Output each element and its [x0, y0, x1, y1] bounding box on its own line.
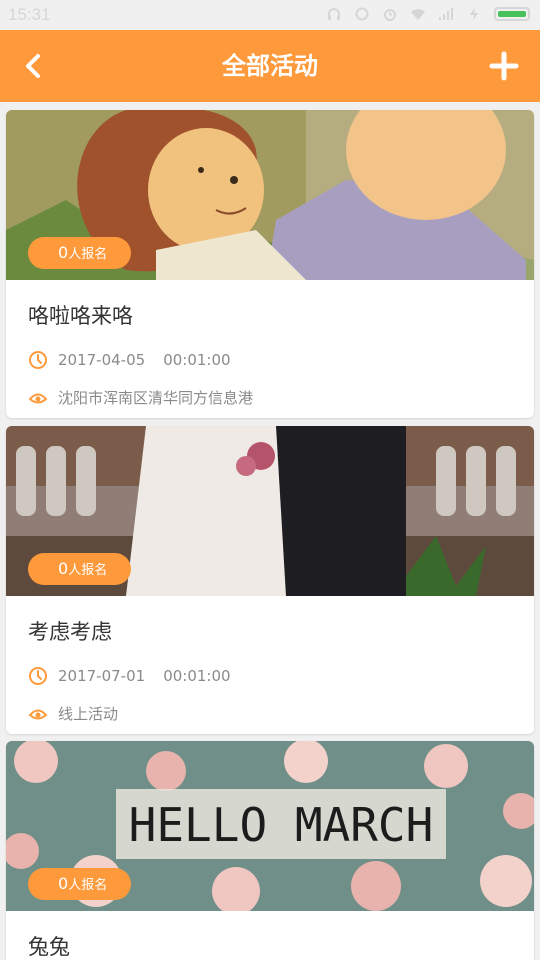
activity-datetime: 2017-07-01 00:01:00: [28, 666, 231, 686]
status-icons: [326, 6, 530, 22]
eye-location-icon: [28, 393, 48, 403]
activity-location-text: 线上活动: [58, 705, 119, 723]
activity-card[interactable]: HELLO MARCH 0人报名 兔兔: [6, 741, 534, 960]
activity-title: 咯啦咯来咯: [28, 304, 133, 328]
activity-title: 兔兔: [28, 935, 70, 959]
activity-title: 考虑考虑: [28, 620, 112, 644]
charging-icon: [470, 7, 478, 21]
activity-location-text: 沈阳市浑南区清华同方信息港: [58, 389, 254, 407]
activity-location: 线上活动: [28, 703, 118, 724]
activity-list: 0人报名 咯啦咯来咯 2017-04-05 00:01:00 沈阳市浑南区清华同…: [0, 102, 540, 960]
activity-location: 沈阳市浑南区清华同方信息港: [28, 387, 253, 408]
status-bar: 15:31: [0, 0, 540, 30]
clock-icon: [29, 667, 47, 685]
page-title: 全部活动: [222, 52, 318, 80]
signup-count: 0: [58, 874, 69, 893]
activity-card[interactable]: 0人报名 考虑考虑 2017-07-01 00:01:00 线上活动: [6, 426, 534, 734]
battery-icon: [494, 7, 530, 21]
signup-count-badge: 0人报名: [28, 237, 132, 269]
status-time: 15:31: [8, 5, 51, 24]
add-activity-button[interactable]: [484, 46, 524, 86]
banner-text: HELLO MARCH: [129, 798, 434, 852]
signup-count-badge: 0人报名: [28, 868, 132, 900]
activity-date: 2017-04-05: [58, 351, 146, 369]
sync-icon: [355, 7, 369, 21]
activity-date: 2017-07-01: [58, 667, 146, 685]
signup-suffix: 人报名: [68, 247, 108, 262]
activity-time: 00:01:00: [163, 667, 231, 685]
signup-suffix: 人报名: [68, 563, 108, 578]
app-bar: 全部活动: [0, 30, 540, 102]
signup-count: 0: [58, 243, 69, 262]
clock-icon: [29, 351, 47, 369]
signal-icon: [439, 8, 453, 20]
eye-location-icon: [28, 709, 48, 719]
signup-suffix: 人报名: [68, 878, 108, 893]
activity-card[interactable]: 0人报名 咯啦咯来咯 2017-04-05 00:01:00 沈阳市浑南区清华同…: [6, 110, 534, 418]
alarm-icon: [384, 9, 396, 21]
headset-icon: [328, 8, 340, 20]
plus-icon: [489, 51, 519, 81]
activity-datetime: 2017-04-05 00:01:00: [28, 350, 231, 370]
signup-count: 0: [58, 559, 69, 578]
signup-count-badge: 0人报名: [28, 553, 132, 585]
wifi-icon: [411, 9, 425, 20]
activity-time: 00:01:00: [163, 351, 231, 369]
